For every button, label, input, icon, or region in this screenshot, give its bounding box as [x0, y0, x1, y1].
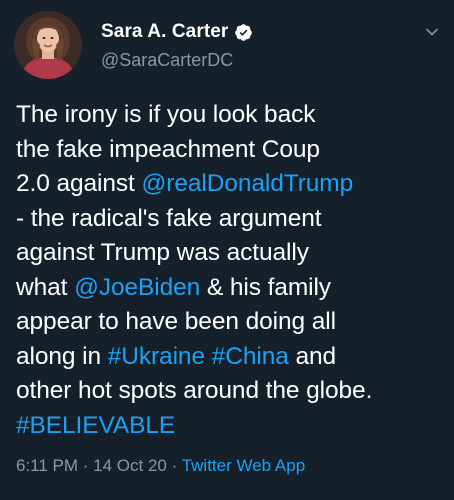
tweet-text-segment: what — [16, 273, 75, 301]
tweet-text-line: - the radical's fake argument — [16, 202, 444, 237]
hashtag-link[interactable]: #Ukraine — [108, 343, 205, 370]
verified-badge-icon — [234, 23, 253, 42]
tweet-text-segment — [205, 343, 212, 370]
tweet-text-segment: - the radical's fake argument — [16, 204, 322, 232]
tweet-text-line: appear to have been doing all — [16, 305, 444, 340]
author-name-row[interactable]: Sara A. Carter — [101, 21, 253, 43]
tweet-text: The irony is if you look back the fake im… — [16, 98, 444, 443]
tweet-time[interactable]: 6:11 PM — [16, 456, 78, 475]
tweet-text-segment: & his family — [200, 273, 331, 301]
tweet-text-line: along in #Ukraine #China and — [16, 340, 444, 375]
tweet-text-segment: appear to have been doing all — [16, 308, 336, 335]
avatar[interactable] — [14, 11, 82, 79]
tweet-text-line: what @JoeBiden & his family — [16, 271, 444, 306]
tweet-text-segment: 2.0 against — [16, 170, 142, 197]
tweet-text-line: 2.0 against @realDonaldTrump — [16, 167, 444, 202]
tweet-text-line: The irony is if you look back — [16, 98, 444, 133]
meta-separator: · — [166, 456, 182, 475]
tweet-text-line: the fake impeachment Coup — [16, 133, 444, 168]
mention-link[interactable]: @JoeBiden — [74, 274, 200, 301]
hashtag-link[interactable]: #China — [212, 343, 289, 370]
tweet-text-segment: the fake impeachment Coup — [16, 135, 320, 163]
tweet-text-segment: and — [288, 342, 337, 370]
tweet-card: Sara A. Carter @SaraCarterDC The irony i… — [0, 0, 454, 500]
mention-link[interactable]: @realDonaldTrump — [141, 170, 353, 197]
tweet-text-line: against Trump was actually — [16, 236, 444, 271]
tweet-meta: 6:11 PM · 14 Oct 20 · Twitter Web App — [16, 456, 305, 476]
hashtag-link[interactable]: #BELIEVABLE — [16, 412, 175, 439]
meta-separator: · — [78, 456, 94, 475]
tweet-text-line: #BELIEVABLE — [16, 409, 444, 444]
chevron-down-icon[interactable] — [424, 24, 440, 40]
tweet-text-line: other hot spots around the globe. — [16, 374, 444, 409]
user-handle[interactable]: @SaraCarterDC — [101, 50, 233, 71]
tweet-text-segment: against Trump was actually — [16, 239, 309, 266]
tweet-text-segment: along in — [16, 342, 108, 370]
tweet-date[interactable]: 14 Oct 20 — [93, 456, 167, 475]
tweet-text-segment: other hot spots around the globe. — [16, 377, 373, 404]
tweet-text-segment: The irony is if you look back — [16, 101, 316, 128]
source-app-link[interactable]: Twitter Web App — [182, 456, 305, 475]
display-name[interactable]: Sara A. Carter — [101, 21, 228, 43]
